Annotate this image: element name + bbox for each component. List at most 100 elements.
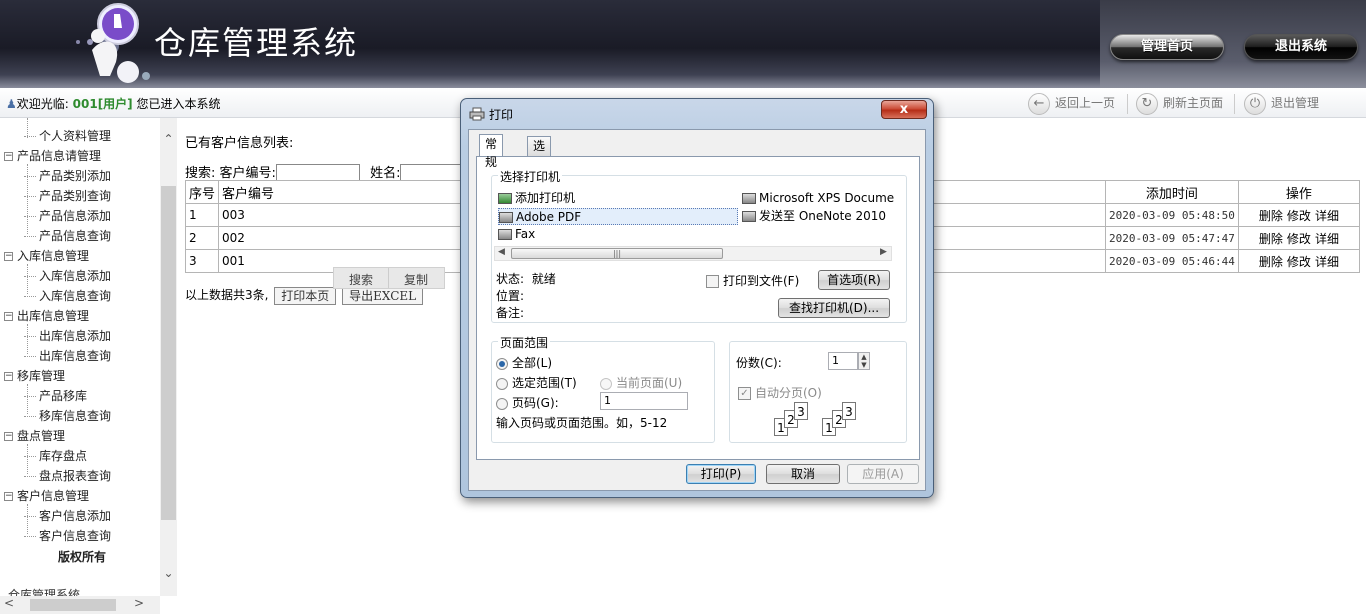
- edit-link[interactable]: 修改: [1287, 255, 1311, 269]
- toolbar-divider: [1127, 94, 1128, 114]
- scroll-left-icon[interactable]: ◀: [498, 247, 505, 257]
- print-dialog: 打印 x 常规 选项 选择打印机 添加打印机 Microsoft XPS Doc…: [460, 98, 934, 498]
- exit-label: 退出管理: [1271, 96, 1320, 110]
- printer-item-xps[interactable]: Microsoft XPS Docume: [742, 190, 894, 207]
- range-all-radio[interactable]: 全部(L): [496, 354, 552, 371]
- cancel-button[interactable]: 取消: [766, 464, 840, 484]
- scrollbar-thumb[interactable]: |||: [511, 248, 723, 259]
- detail-link[interactable]: 详细: [1315, 209, 1339, 223]
- exit-link[interactable]: ⏻ 退出管理: [1244, 92, 1320, 115]
- scroll-down-icon[interactable]: ⌄: [160, 566, 177, 580]
- print-page-button[interactable]: 打印本页: [274, 286, 337, 305]
- checkbox-icon[interactable]: [706, 275, 719, 288]
- collapse-icon[interactable]: −: [4, 252, 13, 261]
- home-button[interactable]: 管理首页: [1110, 34, 1224, 60]
- preferences-button[interactable]: 首选项(R): [818, 270, 890, 290]
- scroll-up-icon[interactable]: ⌃: [160, 132, 177, 146]
- sidebar-item-profile[interactable]: 个人资料管理: [24, 126, 111, 146]
- apply-button: 应用(A): [847, 464, 919, 484]
- scroll-right-icon[interactable]: >: [134, 596, 144, 610]
- sidebar-item-count-report[interactable]: 盘点报表查询: [24, 466, 111, 486]
- scroll-right-icon[interactable]: ▶: [880, 247, 887, 257]
- copyright-text: 版权所有: [58, 550, 107, 564]
- sidebar-group-outbound[interactable]: − 出库信息管理: [4, 306, 89, 326]
- collapse-icon[interactable]: −: [4, 312, 13, 321]
- refresh-link[interactable]: ↻ 刷新主页面: [1136, 92, 1223, 115]
- radio-icon[interactable]: [496, 397, 508, 410]
- find-printer-button[interactable]: 查找打印机(D)...: [778, 298, 890, 318]
- sidebar-item-customer-add[interactable]: 客户信息添加: [24, 506, 111, 526]
- edit-link[interactable]: 修改: [1287, 232, 1311, 246]
- sidebar-item-outbound-add[interactable]: 出库信息添加: [24, 326, 111, 346]
- sidebar-item-stock-count[interactable]: 库存盘点: [24, 446, 87, 466]
- tab-options[interactable]: 选项: [527, 136, 552, 171]
- sidebar-item-inbound-add[interactable]: 入库信息添加: [24, 266, 111, 286]
- collate-checkbox: ✓ 自动分页(O): [738, 384, 822, 401]
- printer-item-add[interactable]: 添加打印机: [498, 190, 575, 207]
- sidebar-item-transfer-query[interactable]: 移库信息查询: [24, 406, 111, 426]
- sidebar-horizontal-scrollbar[interactable]: < >: [0, 596, 160, 614]
- range-selection-radio[interactable]: 选定范围(T): [496, 374, 577, 391]
- collapse-icon[interactable]: −: [4, 152, 13, 161]
- context-menu-copy[interactable]: 复制: [404, 271, 428, 288]
- printer-list-scrollbar[interactable]: ◀ ||| ▶: [494, 246, 892, 261]
- pages-input[interactable]: 1: [600, 392, 688, 410]
- status-label: 状态:: [496, 272, 525, 286]
- status-row: 状态: 就绪: [496, 270, 556, 287]
- printer-item-adobe-pdf[interactable]: Adobe PDF: [498, 208, 738, 225]
- range-pages-label: 页码(G):: [512, 396, 559, 410]
- copies-input[interactable]: 1: [828, 352, 858, 370]
- sidebar-item-outbound-query[interactable]: 出库信息查询: [24, 346, 111, 366]
- sidebar-item-product-transfer[interactable]: 产品移库: [24, 386, 87, 406]
- collapse-icon[interactable]: −: [4, 492, 13, 501]
- collapse-icon[interactable]: −: [4, 432, 13, 441]
- select-printer-legend: 选择打印机: [498, 168, 563, 185]
- select-printer-group: 选择打印机 添加打印机 Microsoft XPS Docume Adobe P…: [491, 168, 907, 323]
- export-excel-button[interactable]: 导出EXCEL: [342, 286, 424, 305]
- delete-link[interactable]: 删除: [1259, 255, 1283, 269]
- context-menu-search[interactable]: 搜索: [349, 271, 373, 288]
- radio-icon[interactable]: [496, 377, 508, 390]
- sidebar-group-inbound[interactable]: − 入库信息管理: [4, 246, 89, 266]
- sidebar-item-category-add[interactable]: 产品类别添加: [24, 166, 111, 186]
- printer-name: Microsoft XPS Docume: [759, 191, 895, 205]
- print-button[interactable]: 打印(P): [686, 464, 756, 484]
- print-to-file-checkbox[interactable]: 打印到文件(F): [706, 272, 799, 289]
- tab-general[interactable]: 常规: [479, 134, 504, 169]
- sidebar-item-product-query[interactable]: 产品信息查询: [24, 226, 111, 246]
- copies-spinner[interactable]: ▲ ▼: [858, 352, 870, 370]
- delete-link[interactable]: 删除: [1259, 232, 1283, 246]
- collate-label: 自动分页(O): [755, 386, 822, 400]
- cell-actions: 删除 修改 详细: [1237, 203, 1361, 227]
- close-button[interactable]: x: [881, 100, 927, 119]
- group-label: 出库信息管理: [17, 309, 90, 323]
- scroll-left-icon[interactable]: <: [4, 596, 14, 610]
- delete-link[interactable]: 删除: [1259, 209, 1283, 223]
- sidebar-group-product[interactable]: − 产品信息请管理: [4, 146, 101, 166]
- scrollbar-thumb[interactable]: [30, 599, 116, 611]
- sidebar-group-transfer[interactable]: − 移库管理: [4, 366, 65, 386]
- sidebar-item-product-add[interactable]: 产品信息添加: [24, 206, 111, 226]
- logout-button[interactable]: 退出系统: [1244, 34, 1358, 60]
- printer-icon: [469, 107, 485, 121]
- collapse-icon[interactable]: −: [4, 372, 13, 381]
- sidebar-item-category-query[interactable]: 产品类别查询: [24, 186, 111, 206]
- radio-icon: [600, 377, 612, 390]
- sidebar-item-inbound-query[interactable]: 入库信息查询: [24, 286, 111, 306]
- edit-link[interactable]: 修改: [1287, 209, 1311, 223]
- sidebar-group-inventory[interactable]: − 盘点管理: [4, 426, 65, 446]
- detail-link[interactable]: 详细: [1315, 232, 1339, 246]
- app-header: 仓库管理系统 管理首页 退出系统: [0, 0, 1366, 88]
- fax-icon: [498, 229, 512, 240]
- range-pages-radio[interactable]: 页码(G):: [496, 394, 559, 411]
- checkbox-icon: ✓: [738, 387, 751, 400]
- sidebar-group-customer[interactable]: − 客户信息管理: [4, 486, 89, 506]
- scrollbar-thumb[interactable]: [161, 186, 176, 520]
- printer-item-onenote[interactable]: 发送至 OneNote 2010: [742, 208, 886, 225]
- radio-icon[interactable]: [496, 357, 508, 370]
- detail-link[interactable]: 详细: [1315, 255, 1339, 269]
- sidebar-item-customer-query[interactable]: 客户信息查询: [24, 526, 111, 546]
- printer-item-fax[interactable]: Fax: [498, 226, 535, 243]
- back-link[interactable]: ← 返回上一页: [1028, 92, 1115, 115]
- sidebar-vertical-scrollbar[interactable]: ⌃ ⌄: [160, 118, 177, 596]
